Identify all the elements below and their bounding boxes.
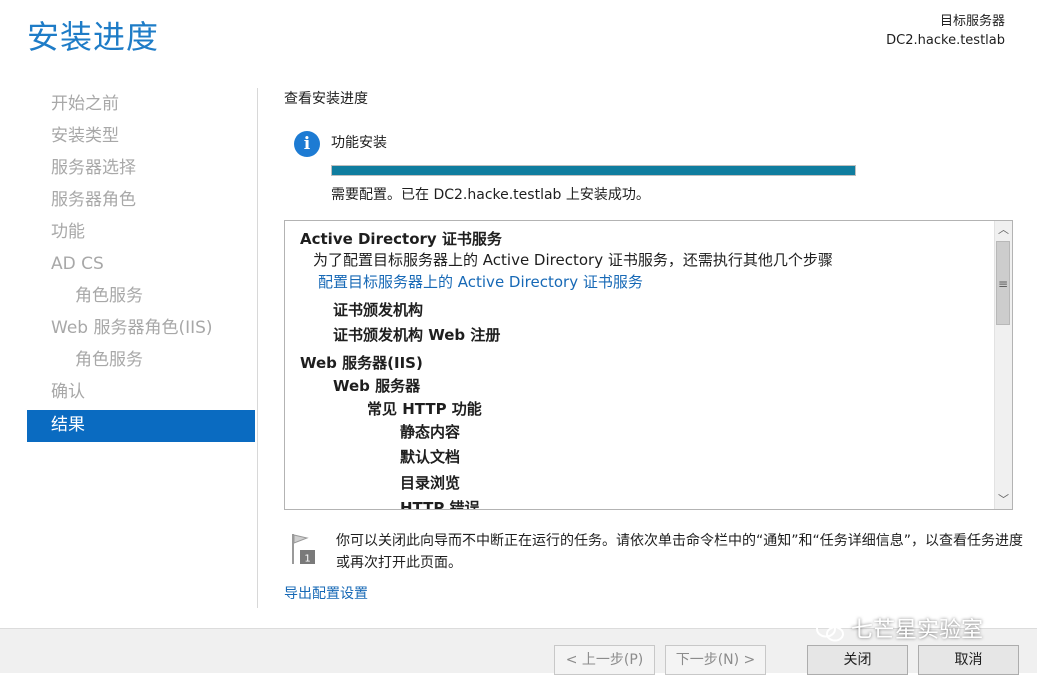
nav-divider — [257, 88, 258, 608]
installation-progress-bar — [331, 165, 856, 176]
wechat-icon — [816, 620, 844, 642]
nav-item-ad-cs[interactable]: AD CS — [27, 250, 255, 282]
result-iis-heading: Web 服务器(IIS) — [300, 354, 423, 372]
scroll-thumb[interactable]: ≡ — [996, 241, 1010, 325]
result-adcs-description: 为了配置目标服务器上的 Active Directory 证书服务，还需执行其他… — [313, 251, 833, 269]
feature-installation-label: 功能安装 — [331, 135, 387, 151]
watermark-text: 七芒星实验室 — [851, 618, 984, 643]
nav-item-features[interactable]: 功能 — [27, 218, 255, 250]
results-scrollbar[interactable]: ︿ ≡ ﹀ — [994, 221, 1012, 509]
result-static-content: 静态内容 — [400, 423, 461, 441]
svg-text:1: 1 — [304, 554, 310, 565]
installation-status-text: 需要配置。已在 DC2.hacke.testlab 上安装成功。 — [331, 187, 650, 203]
nav-item-adcs-role-services[interactable]: 角色服务 — [27, 282, 255, 314]
export-configuration-link[interactable]: 导出配置设置 — [284, 583, 368, 603]
wizard-nav: 开始之前 安装类型 服务器选择 服务器角色 功能 AD CS 角色服务 Web … — [27, 90, 255, 442]
result-common-http: 常见 HTTP 功能 — [367, 400, 482, 418]
result-default-document: 默认文档 — [400, 448, 461, 466]
result-web-server: Web 服务器 — [333, 377, 421, 395]
scroll-down-icon[interactable]: ﹀ — [995, 491, 1012, 509]
background-task-note: 你可以关闭此向导而不中断正在运行的任务。请依次单击命令栏中的“通知”和“任务详细… — [336, 533, 1024, 571]
nav-item-installation-type[interactable]: 安装类型 — [27, 122, 255, 154]
page-title: 安装进度 — [27, 18, 160, 56]
result-ca-web-enrollment: 证书颁发机构 Web 注册 — [333, 326, 501, 344]
result-http-errors: HTTP 错误 — [400, 499, 480, 509]
nav-item-server-selection[interactable]: 服务器选择 — [27, 154, 255, 186]
nav-item-server-roles[interactable]: 服务器角色 — [27, 186, 255, 218]
scroll-up-icon[interactable]: ︿ — [995, 221, 1012, 239]
result-ca: 证书颁发机构 — [333, 301, 424, 319]
nav-item-results[interactable]: 结果 — [27, 410, 255, 442]
close-button[interactable]: 关闭 — [807, 645, 908, 675]
notification-flag-icon: 1 — [292, 534, 315, 565]
result-directory-browsing: 目录浏览 — [400, 474, 461, 492]
target-server-block: 目标服务器 DC2.hacke.testlab — [886, 12, 1005, 50]
info-icon: i — [294, 131, 320, 157]
progress-fill — [332, 166, 855, 175]
configure-adcs-link[interactable]: 配置目标服务器上的 Active Directory 证书服务 — [318, 271, 643, 292]
nav-item-web-server-role[interactable]: Web 服务器角色(IIS) — [27, 314, 255, 346]
nav-item-before-you-begin[interactable]: 开始之前 — [27, 90, 255, 122]
view-progress-title: 查看安装进度 — [284, 91, 368, 107]
watermark: 七芒星实验室 — [815, 612, 983, 644]
previous-button[interactable]: < 上一步(P) — [554, 645, 655, 675]
target-server-label: 目标服务器 — [939, 14, 1005, 29]
result-adcs-heading: Active Directory 证书服务 — [300, 230, 502, 248]
nav-item-iis-role-services[interactable]: 角色服务 — [27, 346, 255, 378]
target-server-name: DC2.hacke.testlab — [886, 33, 1005, 48]
results-content: Active Directory 证书服务 为了配置目标服务器上的 Active… — [285, 221, 994, 509]
next-button[interactable]: 下一步(N) > — [665, 645, 766, 675]
nav-item-confirmation[interactable]: 确认 — [27, 378, 255, 410]
results-list[interactable]: Active Directory 证书服务 为了配置目标服务器上的 Active… — [284, 220, 1013, 510]
cancel-button[interactable]: 取消 — [918, 645, 1019, 675]
